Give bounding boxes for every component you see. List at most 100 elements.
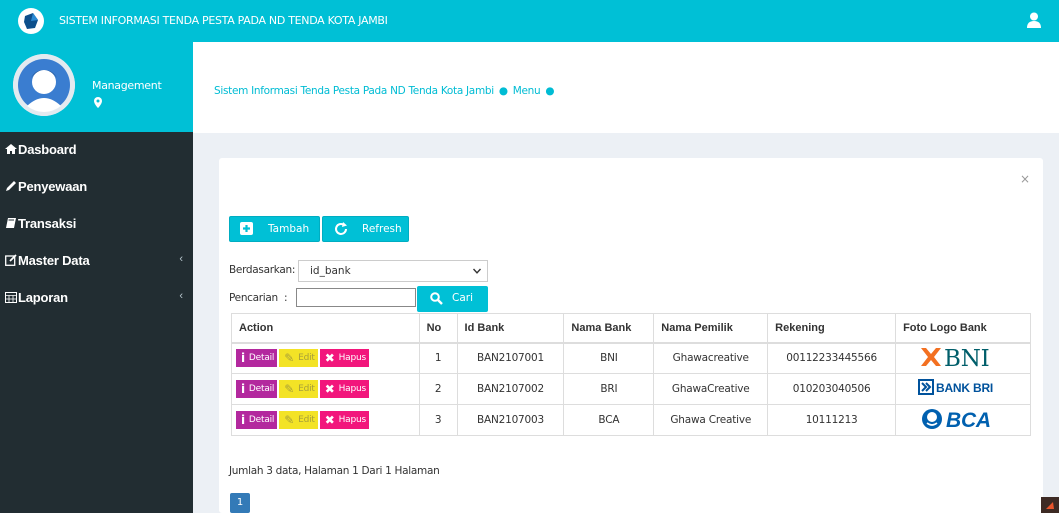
detail-button[interactable]: i Detail [236, 411, 278, 429]
row-number: 2 [418, 373, 458, 405]
table-row: i Detail ✎ Edit ✖ Hapus 1 BAN2107001 BNI Ghaw… [231, 342, 1031, 374]
svg-text:BANK BRI: BANK BRI [936, 381, 993, 395]
home-icon [5, 144, 17, 154]
account-number: 00112233445566 [767, 342, 897, 374]
bank-name: BNI [563, 342, 655, 374]
pencil-icon [6, 181, 16, 191]
row-number: 1 [418, 342, 458, 374]
table-row: i Detail ✎ Edit ✖ Hapus 3 BAN2107003 BCA Ghaw… [231, 404, 1031, 436]
column-header: Id Bank [456, 313, 565, 344]
content-header: Sistem Informasi Tenda Pesta Pada ND Ten… [193, 42, 1059, 133]
sidebar-item-transaksi[interactable]: Transaksi [0, 206, 193, 243]
delete-button[interactable]: ✖ Hapus [319, 411, 369, 429]
edit-icon: ✎ [284, 382, 295, 396]
add-button-label: Tambah [268, 223, 310, 235]
column-header: Nama Bank [563, 313, 655, 344]
bank-name: BCA [563, 404, 655, 436]
sidebar-item-laporan[interactable]: Laporan ‹ [0, 280, 193, 317]
sidebar: Management Dasboard Penyewaan Transaksi … [0, 42, 193, 513]
user-role: Management [92, 79, 162, 92]
bni-logo: BNI [921, 346, 990, 372]
map-marker-icon [94, 97, 102, 108]
breadcrumb-menu[interactable]: Menu [513, 85, 541, 97]
info-icon: i [241, 382, 245, 396]
add-button[interactable]: Tambah [229, 216, 320, 242]
bank-logo-cell: BCA [895, 404, 1031, 436]
table-row: i Detail ✎ Edit ✖ Hapus 2 BAN2107002 BRI Ghaw… [231, 373, 1031, 405]
account-number: 10111213 [767, 404, 897, 436]
bank-table: Action No Id Bank Nama Bank Nama Pemilik… [231, 313, 1031, 436]
sidebar-menu: Dasboard Penyewaan Transaksi Master Data… [0, 132, 193, 317]
sidebar-item-label: Laporan [18, 290, 68, 305]
edit-button[interactable]: ✎ Edit [279, 411, 318, 429]
chevron-left-icon: ‹ [179, 290, 183, 302]
calendar-icon [5, 292, 17, 303]
close-icon: ✖ [324, 351, 335, 366]
edit-button[interactable]: ✎ Edit [279, 349, 318, 368]
bank-name: BRI [563, 373, 655, 405]
search-button-label: Cari [452, 292, 473, 304]
close-icon: ✖ [324, 413, 335, 427]
delete-button[interactable]: ✖ Hapus [319, 349, 369, 368]
action-cell: i Detail ✎ Edit ✖ Hapus [231, 404, 420, 436]
svg-text:BNI: BNI [944, 346, 990, 370]
filter-by-select[interactable]: id_bank [298, 260, 488, 282]
bullet-icon: ● [545, 85, 555, 97]
search-button[interactable]: Cari [417, 286, 488, 312]
bank-logo-cell: BANK BRI [895, 373, 1031, 405]
search-input[interactable] [296, 288, 416, 307]
arrow-up-icon [1046, 502, 1054, 509]
owner-name: GhawaCreative [653, 373, 769, 405]
chevron-left-icon: ‹ [179, 253, 183, 265]
detail-button[interactable]: i Detail [236, 349, 278, 368]
refresh-icon [335, 222, 347, 235]
sidebar-item-label: Master Data [18, 253, 90, 268]
column-header: Nama Pemilik [653, 313, 769, 344]
search-label: Pencarian : [229, 292, 288, 304]
bri-logo: BANK BRI [918, 378, 993, 395]
info-icon: i [241, 413, 245, 427]
filter-by-value: id_bank [310, 265, 351, 277]
detail-button[interactable]: i Detail [236, 380, 278, 398]
avatar [13, 54, 75, 116]
search-icon [430, 292, 443, 305]
refresh-button-label: Refresh [362, 223, 402, 235]
user-panel: Management [0, 42, 193, 132]
refresh-button[interactable]: Refresh [322, 216, 409, 242]
edit-button[interactable]: ✎ Edit [279, 380, 318, 398]
column-header: Rekening [767, 313, 897, 344]
row-number: 3 [418, 404, 458, 436]
close-icon: ✖ [324, 382, 335, 396]
table-header-row: Action No Id Bank Nama Bank Nama Pemilik… [231, 313, 1031, 344]
close-icon[interactable]: × [1020, 172, 1030, 186]
page-1-button[interactable]: 1 [230, 493, 250, 513]
column-header: Foto Logo Bank [895, 313, 1031, 344]
edit-icon: ✎ [284, 351, 295, 366]
action-cell: i Detail ✎ Edit ✖ Hapus [231, 373, 420, 405]
bank-logo-cell: BNI [895, 342, 1031, 374]
sidebar-item-label: Transaksi [18, 216, 77, 231]
pagination-summary: Jumlah 3 data, Halaman 1 Dari 1 Halaman [229, 465, 440, 477]
delete-button[interactable]: ✖ Hapus [319, 380, 369, 398]
bank-list-panel: × Tambah Refresh Berdasarkan: id_bank Pe… [219, 158, 1043, 513]
sidebar-item-label: Penyewaan [18, 179, 88, 194]
breadcrumb-title[interactable]: Sistem Informasi Tenda Pesta Pada ND Ten… [214, 85, 494, 97]
corner-widget[interactable] [1041, 497, 1059, 513]
sidebar-item-penyewaan[interactable]: Penyewaan [0, 169, 193, 206]
owner-name: Ghawa Creative [653, 404, 769, 436]
account-number: 010203040506 [767, 373, 897, 405]
user-icon[interactable] [1027, 12, 1041, 28]
sidebar-item-master-data[interactable]: Master Data ‹ [0, 243, 193, 280]
owner-name: Ghawacreative [653, 342, 769, 374]
bullet-icon: ● [498, 85, 508, 97]
app-logo-icon[interactable] [18, 8, 44, 34]
plus-square-icon [240, 222, 253, 235]
column-header: No [418, 313, 458, 344]
action-cell: i Detail ✎ Edit ✖ Hapus [231, 342, 420, 374]
edit-icon: ✎ [284, 413, 295, 427]
book-icon [6, 218, 16, 228]
sidebar-item-label: Dasboard [18, 142, 77, 157]
svg-text:BCA: BCA [946, 409, 991, 432]
column-header: Action [231, 313, 420, 344]
sidebar-item-dasboard[interactable]: Dasboard [0, 132, 193, 169]
